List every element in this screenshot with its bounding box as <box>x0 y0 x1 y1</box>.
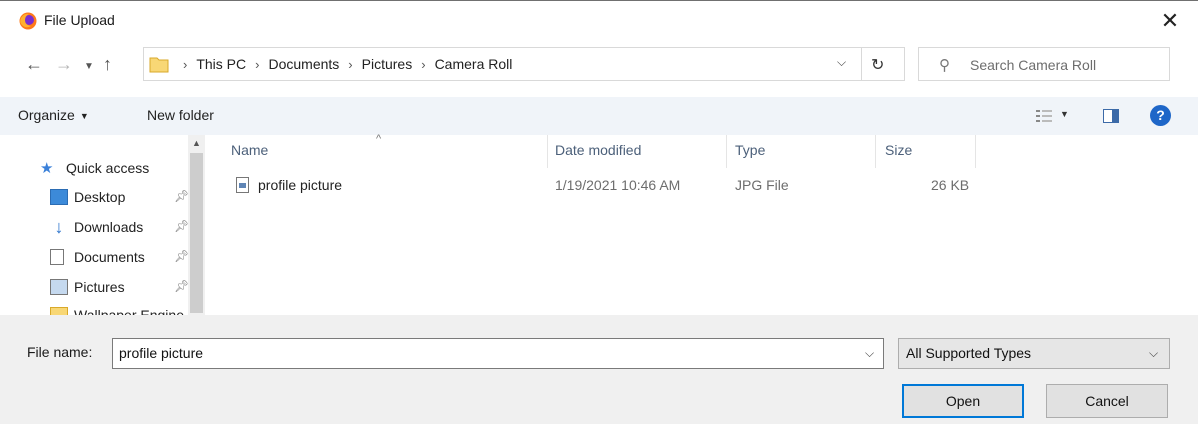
breadcrumb: › This PC › Documents › Pictures › Camer… <box>174 56 512 72</box>
cancel-button[interactable]: Cancel <box>1046 384 1168 418</box>
file-name-field[interactable]: ⌵ <box>112 338 884 369</box>
file-name: profile picture <box>258 177 343 193</box>
nav-label: Pictures <box>74 279 125 295</box>
close-icon: ✕ <box>1160 8 1180 33</box>
command-bar: Organize ▼ New folder ▼ ? <box>0 97 1198 135</box>
file-name-input[interactable] <box>119 345 839 361</box>
scrollbar-thumb[interactable] <box>190 153 203 313</box>
breadcrumb-separator: › <box>183 56 188 72</box>
firefox-icon <box>19 12 37 30</box>
breadcrumb-separator[interactable]: › <box>421 57 425 72</box>
column-divider[interactable] <box>875 135 876 168</box>
search-box[interactable]: ⚲ Search Camera Roll <box>918 47 1170 81</box>
cancel-label: Cancel <box>1085 393 1129 409</box>
nav-item-documents[interactable]: Documents 📌︎ <box>50 245 189 269</box>
file-type-select[interactable]: All Supported Types ⌵ <box>898 338 1170 369</box>
bottom-panel: File name: ⌵ All Supported Types ⌵ Open … <box>0 315 1198 424</box>
chevron-down-icon: ⌵ <box>1149 346 1159 360</box>
column-divider[interactable] <box>726 135 727 168</box>
address-divider <box>861 48 862 80</box>
file-type-value: All Supported Types <box>906 345 1032 361</box>
star-icon: ★ <box>40 160 54 177</box>
nav-label: Quick access <box>66 160 150 176</box>
folder-icon <box>149 57 169 73</box>
file-upload-dialog: File Upload ✕ ← → ▼ ↑ › This PC › Docume… <box>0 0 1198 424</box>
open-button[interactable]: Open <box>902 384 1024 418</box>
forward-arrow-icon[interactable]: → <box>55 55 73 73</box>
new-folder-button[interactable]: New folder <box>147 107 214 123</box>
address-bar[interactable]: › This PC › Documents › Pictures › Camer… <box>143 47 905 81</box>
documents-icon <box>50 249 64 265</box>
refresh-icon[interactable]: ↻ <box>871 55 884 75</box>
file-date: 1/19/2021 10:46 AM <box>555 177 681 193</box>
up-arrow-icon[interactable]: ↑ <box>103 55 112 73</box>
nav-item-wallpaper-engine[interactable]: Wallpaper Engine <box>50 303 184 315</box>
organize-button[interactable]: Organize ▼ <box>18 107 89 123</box>
nav-label: Documents <box>74 249 145 265</box>
recent-locations-chevron-icon[interactable]: ▼ <box>84 58 94 76</box>
file-name-dropdown-icon[interactable]: ⌵ <box>865 346 874 361</box>
search-icon: ⚲ <box>939 57 950 74</box>
view-caret-down-icon[interactable]: ▼ <box>1060 109 1069 119</box>
organize-label: Organize <box>18 107 75 123</box>
pin-icon[interactable]: 📌︎ <box>174 219 189 233</box>
column-header-type[interactable]: Type <box>735 142 765 158</box>
nav-item-desktop[interactable]: Desktop 📌︎ <box>50 185 189 209</box>
folder-icon <box>50 307 68 315</box>
preview-pane-icon[interactable] <box>1103 109 1119 123</box>
file-list: ^ Name Date modified Type Size profile p… <box>205 133 1198 315</box>
sort-ascending-icon: ^ <box>376 133 382 145</box>
breadcrumb-separator[interactable]: › <box>255 57 259 72</box>
address-dropdown-icon[interactable]: ⌵ <box>837 55 846 70</box>
search-placeholder: Search Camera Roll <box>970 57 1097 73</box>
close-button[interactable]: ✕ <box>1150 3 1190 39</box>
nav-label: Downloads <box>74 219 144 235</box>
desktop-icon <box>50 189 68 205</box>
pin-icon[interactable]: 📌︎ <box>174 189 189 203</box>
file-type: JPG File <box>735 177 789 193</box>
table-row[interactable]: profile picture 1/19/2021 10:46 AM JPG F… <box>231 173 991 199</box>
image-file-icon <box>236 177 249 193</box>
nav-scrollbar[interactable]: ▲ <box>188 135 205 315</box>
breadcrumb-pictures[interactable]: Pictures <box>362 56 413 72</box>
breadcrumb-camera-roll[interactable]: Camera Roll <box>435 56 513 72</box>
scroll-up-icon[interactable]: ▲ <box>192 138 201 148</box>
window-title: File Upload <box>44 12 115 28</box>
column-header-size[interactable]: Size <box>885 142 912 158</box>
nav-label: Wallpaper Engine <box>74 307 184 315</box>
title-bar: File Upload ✕ <box>0 1 1198 39</box>
navigation-pane: ★ Quick access Desktop 📌︎ ↓ Downloads 📌︎… <box>0 135 205 315</box>
column-divider[interactable] <box>547 135 548 168</box>
column-divider[interactable] <box>975 135 976 168</box>
file-name-label: File name: <box>27 344 93 360</box>
nav-quick-access[interactable]: ★ Quick access <box>40 156 150 180</box>
view-options-icon[interactable] <box>1035 108 1053 124</box>
file-size: 26 KB <box>931 177 970 193</box>
nav-item-downloads[interactable]: ↓ Downloads 📌︎ <box>50 215 190 239</box>
nav-label: Desktop <box>74 189 126 205</box>
downloads-icon: ↓ <box>54 217 64 237</box>
pin-icon[interactable]: 📌︎ <box>174 249 189 263</box>
open-label: Open <box>945 393 981 409</box>
column-header-name[interactable]: Name <box>231 142 268 158</box>
breadcrumb-this-pc[interactable]: This PC <box>196 56 246 72</box>
nav-item-pictures[interactable]: Pictures 📌︎ <box>50 275 189 299</box>
caret-down-icon: ▼ <box>79 111 89 122</box>
pin-icon[interactable]: 📌︎ <box>174 279 189 293</box>
breadcrumb-documents[interactable]: Documents <box>268 56 339 72</box>
column-header-date-modified[interactable]: Date modified <box>555 142 641 158</box>
help-icon[interactable]: ? <box>1150 105 1171 126</box>
pictures-icon <box>50 279 68 295</box>
back-arrow-icon[interactable]: ← <box>25 55 43 73</box>
breadcrumb-separator[interactable]: › <box>348 57 352 72</box>
